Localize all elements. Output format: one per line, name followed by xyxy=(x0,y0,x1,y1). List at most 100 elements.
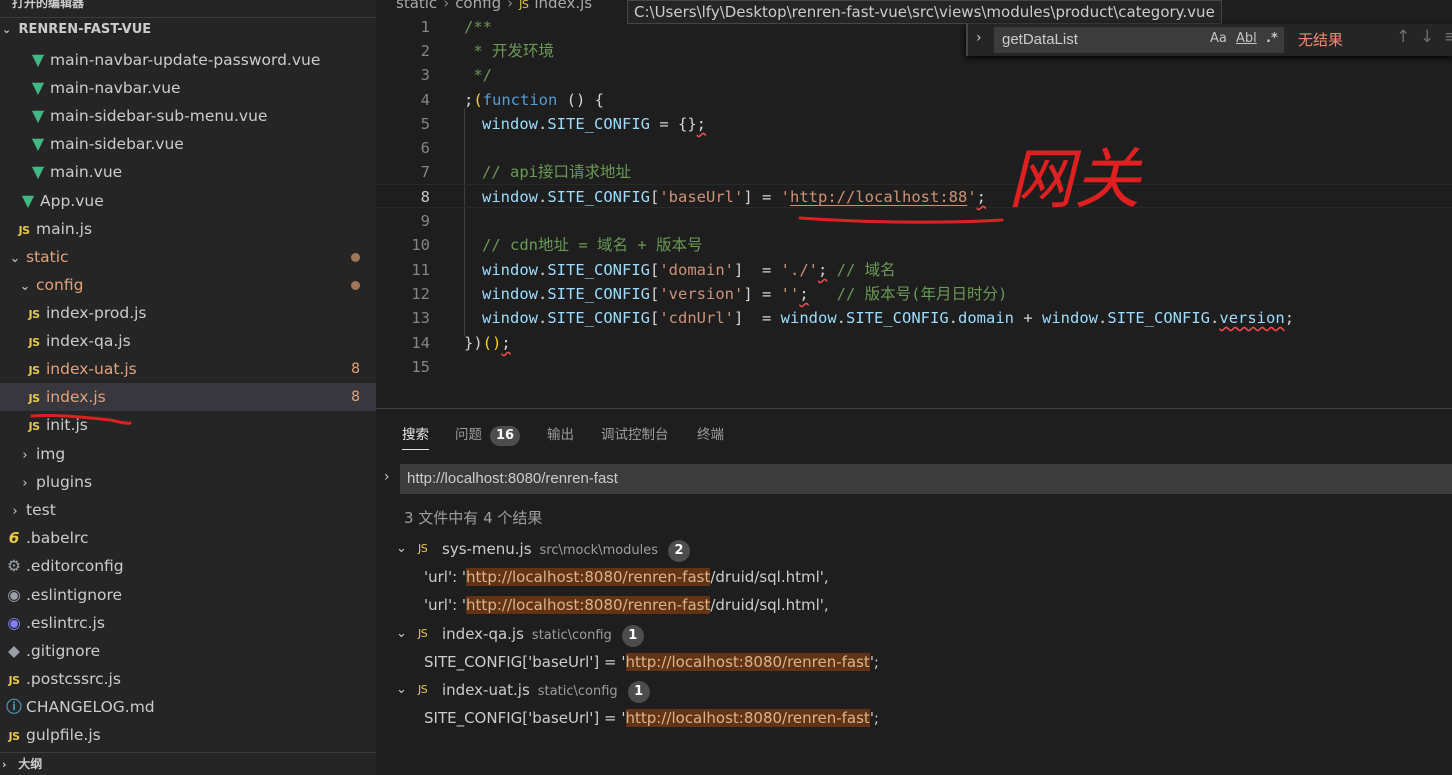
vue-icon: ▼ xyxy=(31,134,45,153)
code-line: 12 window.SITE_CONFIG['version'] = ''; //… xyxy=(411,285,1008,303)
code-line: 4 ;(function () { xyxy=(420,91,605,109)
tree-folder[interactable]: › plugins xyxy=(0,468,376,496)
tree-folder-static[interactable]: ⌄ static xyxy=(0,243,376,271)
open-editors-header[interactable]: 打开的编辑器 xyxy=(0,0,376,14)
chevron-down-icon: ⌄ xyxy=(396,626,407,641)
tab-search[interactable]: 搜索 xyxy=(402,423,429,450)
outline-section-header[interactable]: › 大纲 xyxy=(0,752,376,775)
tab-terminal[interactable]: 终端 xyxy=(697,423,724,443)
breadcrumb-item[interactable]: index.js xyxy=(534,0,592,12)
handwritten-underline xyxy=(30,413,132,425)
tree-item-label: .eslintrc.js xyxy=(26,614,105,632)
chevron-down-icon: ⌄ xyxy=(9,251,21,266)
result-match[interactable]: SITE_CONFIG['baseUrl'] = 'http://localho… xyxy=(424,704,879,732)
chevron-right-icon: › xyxy=(22,476,28,491)
result-count-badge: 1 xyxy=(621,625,644,647)
tab-output[interactable]: 输出 xyxy=(547,423,574,443)
tree-item-label: .editorconfig xyxy=(26,557,124,575)
tree-item-label: .gitignore xyxy=(26,642,101,660)
svg-text:网关: 网关 xyxy=(1008,141,1143,218)
result-match[interactable]: SITE_CONFIG['baseUrl'] = 'http://localho… xyxy=(424,648,879,676)
tab-problems-label: 问题 xyxy=(455,427,482,443)
chevron-down-icon: ⌄ xyxy=(19,279,31,294)
code-line: 7// api接口请求地址 xyxy=(420,163,631,181)
tree-item[interactable]: ▼ main-navbar.vue xyxy=(0,74,376,102)
tree-item[interactable]: JS gulpfile.js xyxy=(0,721,376,749)
tree-item[interactable]: JS main.js xyxy=(0,215,376,243)
js-icon: JS xyxy=(418,683,428,696)
chevron-down-icon: ⌄ xyxy=(396,541,407,556)
result-match[interactable]: 'url': 'http://localhost:8080/renren-fas… xyxy=(424,563,829,591)
breadcrumb: static › config › JS index.js xyxy=(396,0,592,12)
tree-item[interactable]: ◉ .eslintrc.js xyxy=(0,609,376,637)
tab-problems[interactable]: 问题 16 xyxy=(455,423,521,446)
open-editors-title: 打开的编辑器 xyxy=(12,0,85,10)
bottom-panel: 搜索 问题 16 输出 调试控制台 终端 › http://localhost:8… xyxy=(376,408,1452,775)
result-file[interactable]: ⌄ JS index-uat.js static\config 1 xyxy=(376,676,1452,704)
tree-folder[interactable]: › test xyxy=(0,496,376,524)
explorer-sidebar: 打开的编辑器 ⌄ RENREN-FAST-VUE ▼ main-navbar-up… xyxy=(0,0,376,775)
tree-item[interactable]: JS index-qa.js xyxy=(0,327,376,355)
code-line-current: 8 window.SITE_CONFIG['baseUrl'] = 'http:/… xyxy=(376,184,1452,208)
tree-item[interactable]: ◉ .eslintignore xyxy=(0,581,376,609)
tree-item[interactable]: ▼ main-navbar-update-password.vue xyxy=(0,46,376,74)
result-file-path: static\config xyxy=(531,628,612,643)
tree-item[interactable]: ▼ main-sidebar.vue xyxy=(0,130,376,158)
tree-item-label: main.vue xyxy=(50,163,123,181)
tree-item[interactable]: 6 .babelrc xyxy=(0,524,376,552)
tree-item[interactable]: ⓘ CHANGELOG.md xyxy=(0,693,376,721)
vue-icon: ▼ xyxy=(31,106,45,125)
modified-dot xyxy=(351,281,360,290)
tree-item[interactable]: JS index-uat.js 8 xyxy=(0,355,376,383)
problems-count-badge: 16 xyxy=(490,426,521,446)
js-icon: JS xyxy=(8,730,20,743)
js-icon: JS xyxy=(28,364,40,377)
result-file[interactable]: ⌄ JS sys-menu.js src\mock\modules 2 xyxy=(376,535,1452,563)
tab-debug-console[interactable]: 调试控制台 xyxy=(601,423,669,443)
project-section-header[interactable]: ⌄ RENREN-FAST-VUE xyxy=(0,17,376,41)
problem-count: 8 xyxy=(351,389,360,405)
tree-item[interactable]: ▼ main.vue xyxy=(0,158,376,186)
tree-folder-config[interactable]: ⌄ config xyxy=(0,271,376,299)
result-file-name: index-qa.js xyxy=(442,625,524,643)
code-editor[interactable]: static › config › JS index.js C:\Users\lfy\De… xyxy=(376,0,1452,408)
modified-dot xyxy=(351,253,360,262)
tree-folder[interactable]: › img xyxy=(0,440,376,468)
search-input[interactable]: http://localhost:8080/renren-fast xyxy=(400,464,1452,494)
js-icon: JS xyxy=(418,627,428,640)
tree-item-label: index-qa.js xyxy=(46,332,131,350)
chevron-right-icon: › xyxy=(2,758,7,771)
toggle-replace-icon[interactable]: › xyxy=(384,469,390,485)
vue-icon: ▼ xyxy=(21,191,35,210)
handwritten-annotation: 网关 xyxy=(1008,141,1143,218)
tree-item-label: .postcssrc.js xyxy=(26,670,121,688)
code-line: 13 window.SITE_CONFIG['cdnUrl'] = window.… xyxy=(411,309,1295,327)
tree-item[interactable]: ⚙ .editorconfig xyxy=(0,552,376,580)
breadcrumb-item[interactable]: config xyxy=(455,0,501,12)
tree-item-label: main.js xyxy=(36,220,93,238)
tree-item[interactable]: ◆ .gitignore xyxy=(0,637,376,665)
js-icon: JS xyxy=(8,674,20,687)
code-line: 1/** xyxy=(420,18,492,36)
result-match[interactable]: 'url': 'http://localhost:8080/renren-fas… xyxy=(424,591,829,619)
vue-icon: ▼ xyxy=(31,50,45,69)
tree-item-label: CHANGELOG.md xyxy=(26,698,155,716)
tree-item-label: index-prod.js xyxy=(46,304,147,322)
js-icon: JS xyxy=(28,308,40,321)
outline-title: 大纲 xyxy=(18,757,43,771)
code-line: 5 window.SITE_CONFIG = {}; xyxy=(420,115,707,133)
tree-item[interactable]: ▼ App.vue xyxy=(0,187,376,215)
result-file[interactable]: ⌄ JS index-qa.js static\config 1 xyxy=(376,620,1452,648)
tree-item[interactable]: JS index-prod.js xyxy=(0,299,376,327)
js-icon: JS xyxy=(28,336,40,349)
js-icon: JS xyxy=(18,224,30,237)
vue-icon: ▼ xyxy=(31,162,45,181)
tree-item[interactable]: JS .postcssrc.js xyxy=(0,665,376,693)
tree-item-label: App.vue xyxy=(40,192,104,210)
eslint-icon: ◉ xyxy=(7,586,21,604)
info-icon: ⓘ xyxy=(6,698,22,716)
tree-item-label: main-sidebar-sub-menu.vue xyxy=(50,107,268,125)
problem-count: 8 xyxy=(351,361,360,377)
breadcrumb-item[interactable]: static xyxy=(396,0,437,12)
tree-item[interactable]: ▼ main-sidebar-sub-menu.vue xyxy=(0,102,376,130)
